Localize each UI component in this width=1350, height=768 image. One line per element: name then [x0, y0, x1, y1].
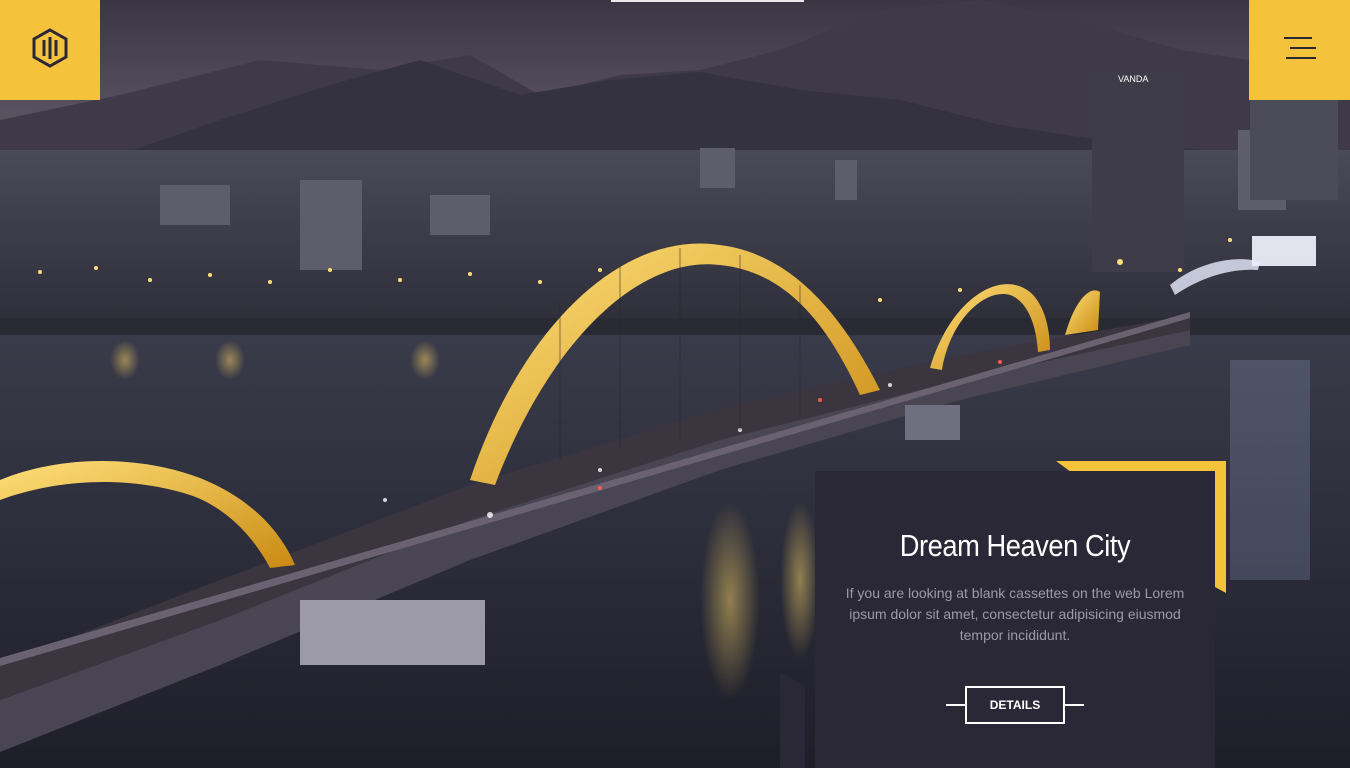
card-description: If you are looking at blank cassettes on…	[845, 585, 1185, 643]
top-indicator-line	[611, 0, 804, 2]
card-side-accent	[780, 672, 805, 768]
menu-button[interactable]	[1249, 0, 1350, 100]
details-button[interactable]: DETAILS	[965, 686, 1065, 724]
button-right-dash	[1065, 704, 1084, 706]
hamburger-menu-icon	[1283, 35, 1316, 66]
card-title: Dream Heaven City	[899, 528, 1131, 563]
logo[interactable]	[0, 0, 100, 100]
hexagon-logo-icon	[30, 27, 70, 73]
details-button-group: DETAILS	[946, 686, 1084, 724]
svg-text:VANDA: VANDA	[1118, 74, 1148, 84]
info-card: Dream Heaven City If you are looking at …	[815, 471, 1215, 768]
button-left-dash	[946, 704, 965, 706]
